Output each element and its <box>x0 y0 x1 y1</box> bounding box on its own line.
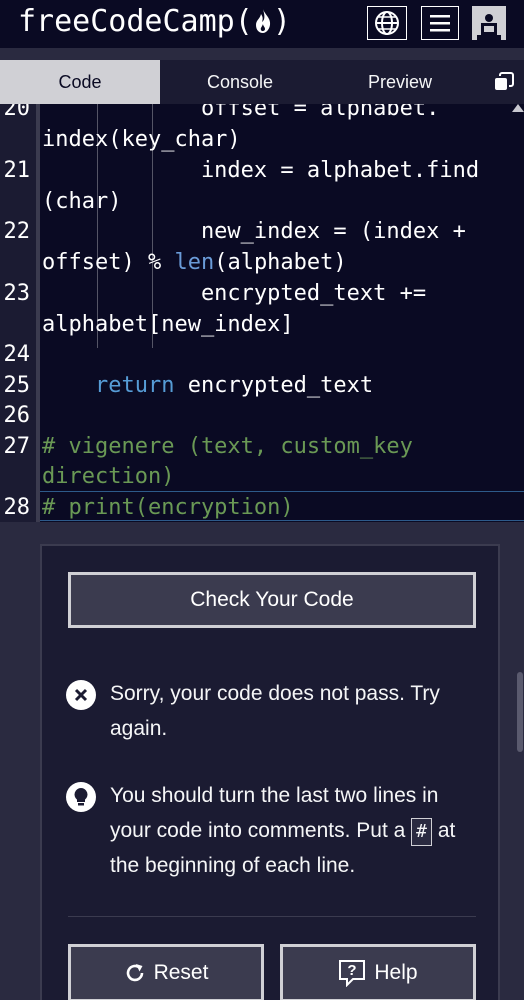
code-segment: (alphabet) <box>214 250 347 275</box>
code-segment: encrypted_text <box>174 373 374 398</box>
code-text: encrypted_text += <box>42 281 427 306</box>
keyword: return <box>94 373 175 398</box>
code-text: offset = alphabet. <box>42 104 440 121</box>
line-number: 21 <box>3 158 31 183</box>
scroll-up-arrow[interactable] <box>512 104 524 112</box>
avatar[interactable] <box>472 6 506 40</box>
editor-tabs: Code Console Preview <box>0 48 524 104</box>
tab-console[interactable]: Console <box>160 60 320 104</box>
menu-icon <box>430 15 450 32</box>
popout-icon <box>495 72 514 90</box>
code-text: index = alphabet.find <box>42 158 480 183</box>
fail-message: Sorry, your code does not pass. Try agai… <box>66 676 476 756</box>
brand-text-end: ) <box>272 4 291 39</box>
flame-icon <box>253 9 273 37</box>
hint-message: You should turn the last two lines in yo… <box>66 778 476 888</box>
code-comment: # vigenere (text, custom_key <box>42 434 413 459</box>
help-button[interactable]: ? Help <box>280 944 476 1000</box>
tab-preview[interactable]: Preview <box>320 60 480 104</box>
avatar-icon <box>477 14 501 40</box>
lightbulb-icon <box>66 782 96 812</box>
check-code-button[interactable]: Check Your Code <box>68 572 476 628</box>
brand-text: freeCodeCamp( <box>18 4 253 39</box>
hint-text: You should turn the last two lines in yo… <box>110 778 480 883</box>
menu-button[interactable] <box>421 6 459 40</box>
code-text: return encrypted_text <box>42 373 373 398</box>
test-panel: Check Your Code Sorry, your code does no… <box>40 544 500 1000</box>
reset-label: Reset <box>153 961 209 984</box>
line-number: 28 <box>3 495 31 520</box>
line-number: 20 <box>3 104 31 121</box>
line-number: 24 <box>3 342 31 367</box>
code-text: (char) <box>42 189 122 214</box>
gutter-border <box>36 104 40 522</box>
panel-divider <box>68 916 476 917</box>
svg-text:?: ? <box>348 962 357 979</box>
panel-scrollbar[interactable] <box>517 672 523 752</box>
line-number: 22 <box>3 219 31 244</box>
language-button[interactable] <box>367 6 407 40</box>
code-text: new_index = (index + <box>42 219 466 244</box>
tab-code[interactable]: Code <box>0 60 160 104</box>
line-number: 23 <box>3 281 31 306</box>
help-icon: ? <box>339 960 366 987</box>
reset-icon <box>126 964 143 982</box>
code-text: alphabet[new_index] <box>42 312 294 337</box>
brand-logo[interactable]: freeCodeCamp() <box>18 2 291 43</box>
reset-button[interactable]: Reset <box>68 944 264 1000</box>
globe-icon <box>375 11 399 35</box>
popout-button[interactable] <box>484 60 524 104</box>
line-number: 26 <box>3 403 31 428</box>
code-text: index(key_char) <box>42 127 241 152</box>
error-icon <box>66 680 96 710</box>
fail-text: Sorry, your code does not pass. Try agai… <box>110 682 440 740</box>
line-number: 27 <box>3 434 31 459</box>
code-text: offset) % len(alphabet) <box>42 250 347 275</box>
code-editor[interactable]: 20 offset = alphabet. index(key_char) 21… <box>0 104 524 522</box>
hash-code-chip: # <box>411 818 432 846</box>
code-comment: direction) <box>42 464 175 489</box>
builtin-function: len <box>174 250 215 275</box>
top-navbar: freeCodeCamp() <box>0 0 524 48</box>
instructions-area: Check Your Code Sorry, your code does no… <box>0 522 524 1000</box>
hint-text-start: You should turn the last two lines in yo… <box>110 784 439 842</box>
help-label: Help <box>374 961 418 984</box>
line-number: 25 <box>3 373 31 398</box>
code-comment: # print(encryption) <box>42 495 294 520</box>
code-segment: offset) % <box>42 250 175 275</box>
